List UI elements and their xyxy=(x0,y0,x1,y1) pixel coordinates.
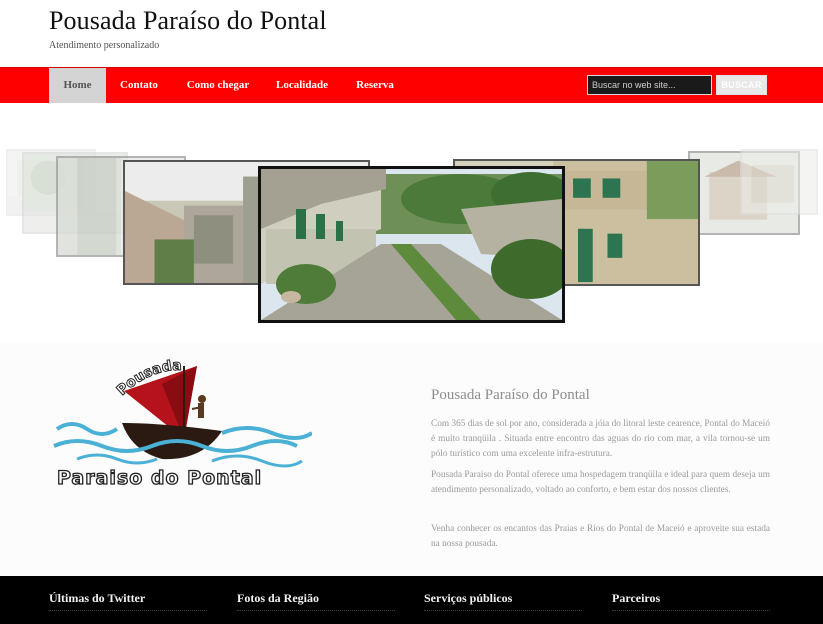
svg-text:Paraiso do Pontal: Paraiso do Pontal xyxy=(57,467,262,489)
footer-column-servicos: Serviços públicos xyxy=(424,591,582,611)
footer-column-parceiros: Parceiros xyxy=(612,591,770,611)
about-paragraph-1: Com 365 dias de sol por ano, considerada… xyxy=(431,419,770,459)
nav-item-reserva[interactable]: Reserva xyxy=(347,68,403,103)
nav-item-como-chegar[interactable]: Como chegar xyxy=(177,68,259,103)
photo-carousel[interactable] xyxy=(0,103,823,343)
site-tagline: Atendimento personalizado xyxy=(49,40,160,51)
about-title: Pousada Paraíso do Pontal xyxy=(431,387,590,403)
site-footer: Últimas do Twitter Fotos da Região Servi… xyxy=(0,576,823,624)
footer-title-twitter: Últimas do Twitter xyxy=(49,591,146,605)
about-paragraph-3: Venha conhecer os encantos das Praias e … xyxy=(431,524,770,549)
nav-item-home[interactable]: Home xyxy=(49,68,106,103)
site-title[interactable]: Pousada Paraíso do Pontal xyxy=(49,6,327,36)
pousada-logo: Pousada Paraiso do Pontal xyxy=(52,351,314,491)
carousel-photo[interactable] xyxy=(740,149,818,215)
search-input[interactable] xyxy=(587,75,712,95)
footer-column-twitter: Últimas do Twitter xyxy=(49,591,207,611)
about-paragraph-2: Pousada Paraiso do Pontal oferece uma ho… xyxy=(431,470,770,495)
footer-column-fotos: Fotos da Região xyxy=(237,591,395,611)
site-header: Pousada Paraíso do Pontal Atendimento pe… xyxy=(0,0,823,67)
carousel-photo-active[interactable] xyxy=(258,166,565,323)
main-content: Pousada Paraiso do Pontal Pousada Paraís… xyxy=(0,343,823,576)
footer-title-fotos: Fotos da Região xyxy=(237,591,319,605)
footer-title-servicos: Serviços públicos xyxy=(424,591,513,605)
search-button[interactable]: BUSCAR xyxy=(716,75,767,95)
nav-item-contato[interactable]: Contato xyxy=(110,68,168,103)
nav-item-localidade[interactable]: Localidade xyxy=(268,68,336,103)
footer-title-parceiros: Parceiros xyxy=(612,591,661,605)
main-nav: Home Contato Como chegar Localidade Rese… xyxy=(0,67,823,103)
